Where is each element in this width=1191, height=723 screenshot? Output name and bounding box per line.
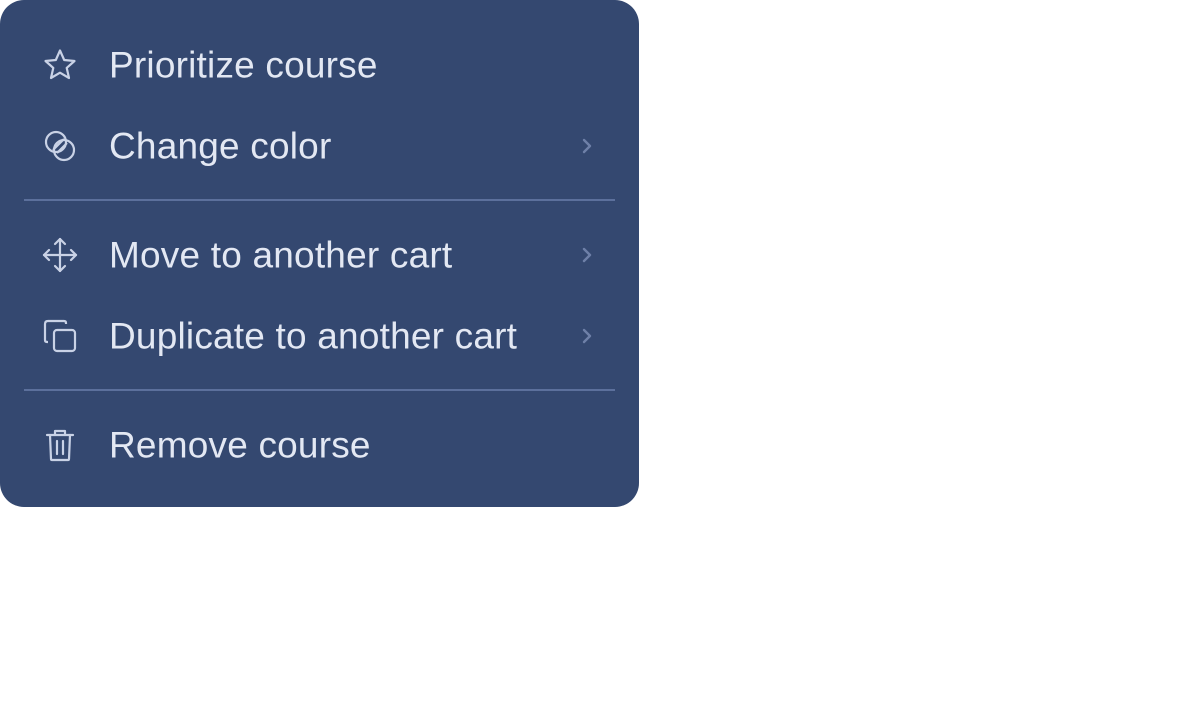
star-icon bbox=[42, 47, 78, 83]
chevron-right-icon bbox=[578, 242, 596, 268]
course-context-menu: Prioritize course Change color Move to a… bbox=[0, 0, 639, 507]
menu-item-remove-course[interactable]: Remove course bbox=[0, 404, 639, 485]
duplicate-icon bbox=[42, 318, 78, 354]
menu-item-move-to-another-cart[interactable]: Move to another cart bbox=[0, 214, 639, 295]
menu-divider bbox=[24, 389, 615, 391]
chevron-right-icon bbox=[578, 323, 596, 349]
color-circles-icon bbox=[42, 128, 78, 164]
menu-item-change-color[interactable]: Change color bbox=[0, 105, 639, 186]
menu-item-duplicate-to-another-cart[interactable]: Duplicate to another cart bbox=[0, 295, 639, 376]
menu-item-label: Prioritize course bbox=[109, 44, 378, 85]
menu-divider bbox=[24, 199, 615, 201]
move-arrows-icon bbox=[42, 237, 78, 273]
menu-item-prioritize-course[interactable]: Prioritize course bbox=[0, 24, 639, 105]
menu-item-label: Move to another cart bbox=[109, 234, 453, 275]
menu-item-label: Remove course bbox=[109, 424, 371, 465]
menu-item-label: Duplicate to another cart bbox=[109, 315, 518, 356]
trash-icon bbox=[42, 427, 78, 463]
menu-item-label: Change color bbox=[109, 125, 332, 166]
chevron-right-icon bbox=[578, 133, 596, 159]
